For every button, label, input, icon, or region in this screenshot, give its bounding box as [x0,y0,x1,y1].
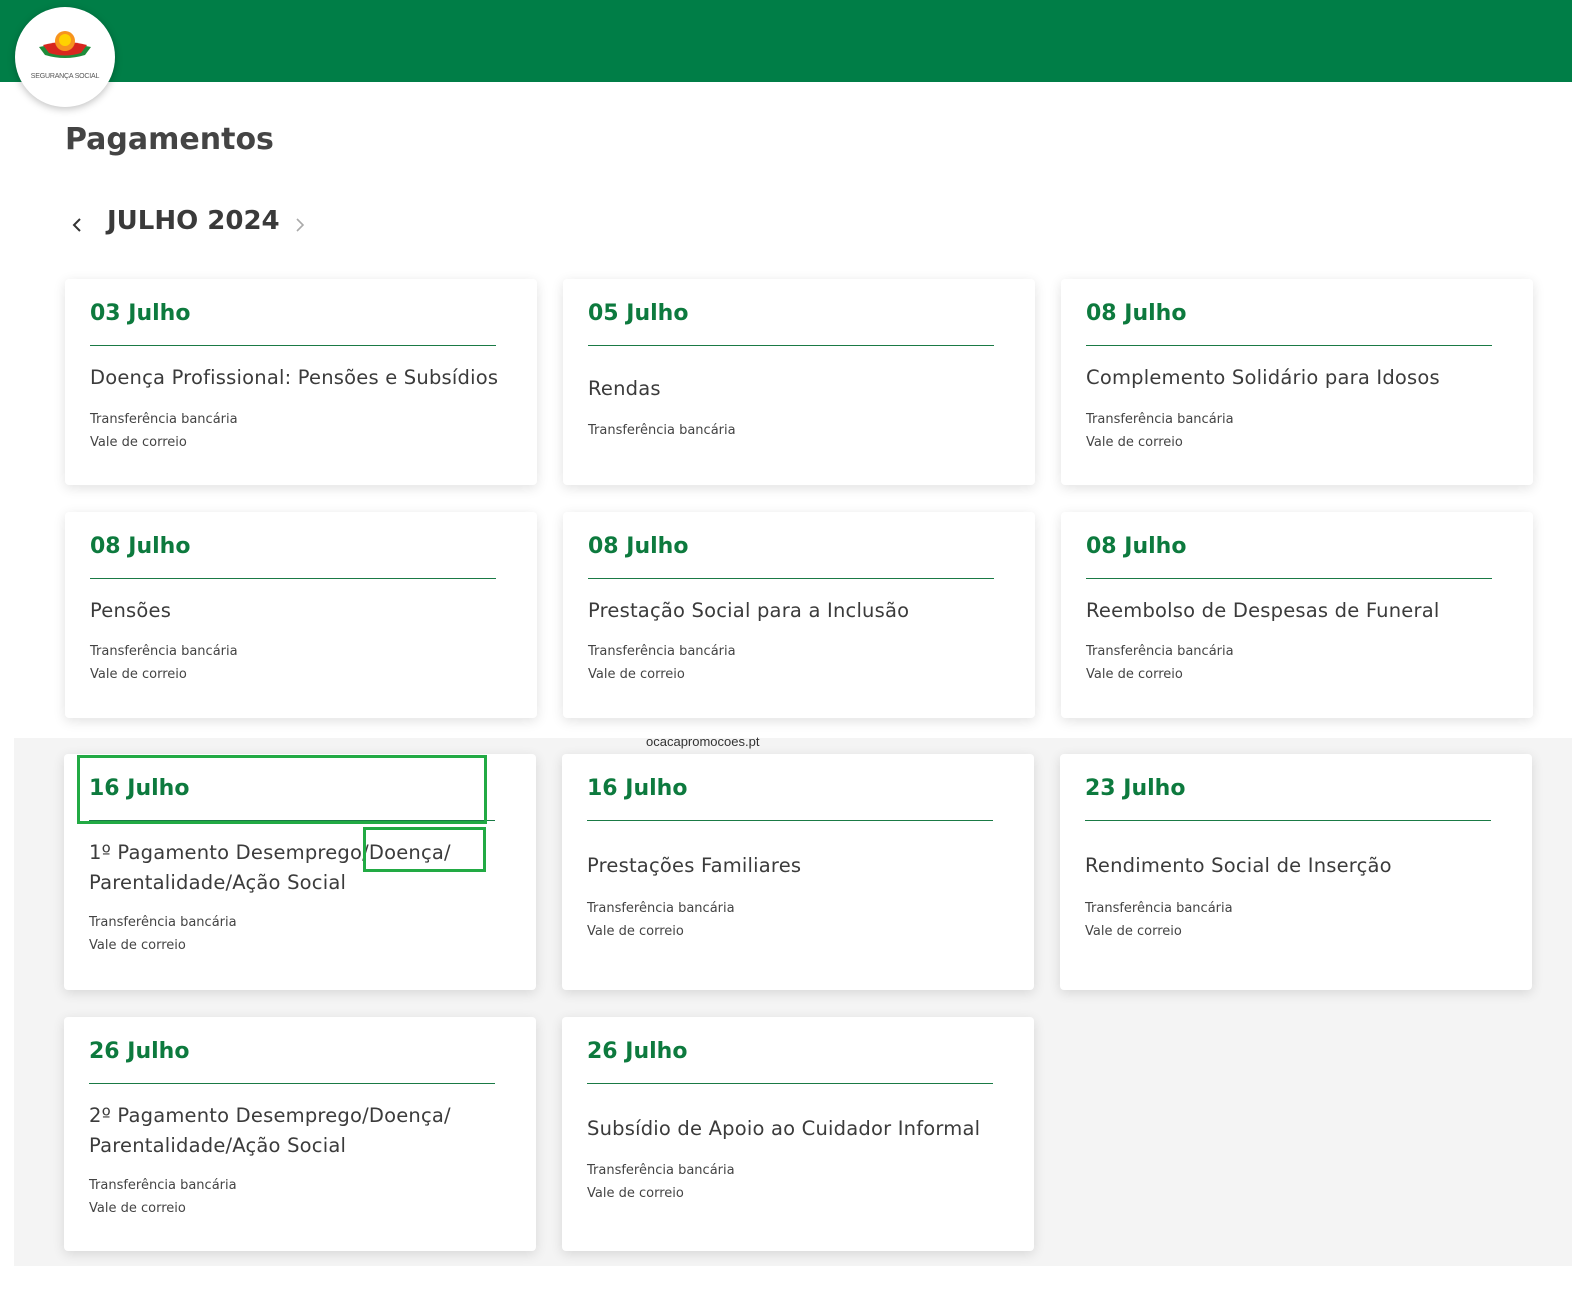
payment-title: Reembolso de Despesas de Funeral [1086,599,1440,622]
payment-method: Vale de correio [1086,667,1183,682]
payment-methods: Transferência bancária Vale de correio [89,1174,237,1220]
payment-method: Transferência bancária [588,644,736,659]
divider [90,578,496,579]
payment-method: Vale de correio [1086,435,1183,450]
payment-card[interactable]: 08 Julho Pensões Transferência bancária … [65,512,537,718]
divider [588,345,994,346]
chevron-right-icon [296,218,305,232]
payment-date: 05 Julho [588,301,689,326]
highlight-box-doenca [363,827,486,872]
payment-method: Transferência bancária [1086,412,1234,427]
payment-title: Prestações Familiares [587,854,802,877]
payment-date: 26 Julho [587,1039,688,1064]
payment-methods: Transferência bancária Vale de correio [90,408,238,454]
next-month-button[interactable] [287,208,313,242]
chevron-left-icon [72,218,81,232]
divider [587,820,993,821]
payment-card[interactable]: 03 Julho Doença Profissional: Pensões e … [65,279,537,485]
payment-method: Transferência bancária [90,644,238,659]
payment-method: Vale de correio [89,1201,186,1216]
payment-date: 08 Julho [90,534,191,559]
payment-method: Transferência bancária [588,423,736,438]
payment-title: 2º Pagamento Desemprego/Doença/ Parental… [89,1104,451,1157]
payment-method: Transferência bancária [587,901,735,916]
payment-method: Transferência bancária [1086,644,1234,659]
payment-card[interactable]: 26 Julho 2º Pagamento Desemprego/Doença/… [64,1017,536,1251]
divider [89,1083,495,1084]
payment-method: Transferência bancária [1085,901,1233,916]
divider [90,345,496,346]
payment-card[interactable]: 08 Julho Complemento Solidário para Idos… [1061,279,1533,485]
divider [588,578,994,579]
payment-method: Vale de correio [89,938,186,953]
payment-method: Vale de correio [587,924,684,939]
payment-date: 23 Julho [1085,776,1186,801]
payment-title: Prestação Social para a Inclusão [588,599,910,622]
payment-methods: Transferência bancária Vale de correio [587,1159,735,1205]
payment-date: 26 Julho [89,1039,190,1064]
payment-methods: Transferência bancária [588,419,736,442]
payment-card[interactable]: 08 Julho Prestação Social para a Inclusã… [563,512,1035,718]
payment-title: Doença Profissional: Pensões e Subsídios [90,366,499,389]
payment-method: Vale de correio [90,435,187,450]
divider [1086,345,1492,346]
payment-card[interactable]: 23 Julho Rendimento Social de Inserção T… [1060,754,1532,990]
payment-date: 08 Julho [588,534,689,559]
logo-emblem-icon [39,31,91,58]
payment-methods: Transferência bancária Vale de correio [90,640,238,686]
payment-title: Rendimento Social de Inserção [1085,854,1392,877]
logo-text: SEGURANÇA SOCIAL [30,73,100,80]
payment-method: Vale de correio [588,667,685,682]
payment-method: Transferência bancária [89,1178,237,1193]
divider [1085,820,1491,821]
payment-method: Transferência bancária [587,1163,735,1178]
payment-method: Vale de correio [90,667,187,682]
payment-method: Transferência bancária [90,412,238,427]
previous-month-button[interactable] [65,208,91,242]
payment-methods: Transferência bancária Vale de correio [587,897,735,943]
divider [587,1083,993,1084]
payment-date: 08 Julho [1086,534,1187,559]
payment-title: Pensões [90,599,172,622]
payment-methods: Transferência bancária Vale de correio [1086,408,1234,454]
payment-method: Vale de correio [587,1186,684,1201]
payment-methods: Transferência bancária Vale de correio [588,640,736,686]
divider [1086,578,1492,579]
payment-methods: Transferência bancária Vale de correio [1085,897,1233,943]
payment-method: Vale de correio [1085,924,1182,939]
payment-date: 16 Julho [587,776,688,801]
payment-date: 08 Julho [1086,301,1187,326]
payment-methods: Transferência bancária Vale de correio [89,911,237,957]
payment-method: Transferência bancária [89,915,237,930]
payment-card[interactable]: 05 Julho Rendas Transferência bancária [563,279,1035,485]
seguranca-social-logo[interactable]: SEGURANÇA SOCIAL [15,7,115,107]
payment-title: Subsídio de Apoio ao Cuidador Informal [587,1117,981,1140]
watermark-text: ocacapromocoes.pt [646,734,760,749]
payment-title: Complemento Solidário para Idosos [1086,366,1440,389]
page-title: Pagamentos [65,122,274,157]
payment-methods: Transferência bancária Vale de correio [1086,640,1234,686]
payment-date: 03 Julho [90,301,191,326]
top-bar [0,0,1572,82]
payment-card[interactable]: 26 Julho Subsídio de Apoio ao Cuidador I… [562,1017,1034,1251]
payment-card[interactable]: 16 Julho Prestações Familiares Transferê… [562,754,1034,990]
current-month-label: JULHO 2024 [107,206,280,236]
payment-card[interactable]: 08 Julho Reembolso de Despesas de Funera… [1061,512,1533,718]
highlight-box-date [77,755,487,824]
payment-title: Rendas [588,377,661,400]
